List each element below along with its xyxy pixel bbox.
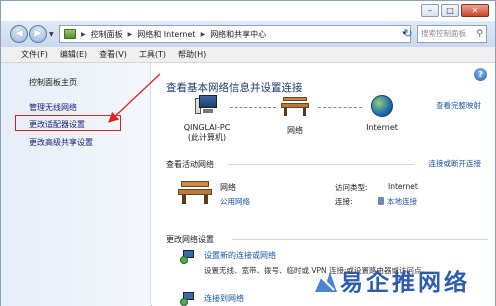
view-full-map-link[interactable]: 查看完整映射 <box>436 100 481 111</box>
breadcrumb-separator-icon[interactable]: ▶ <box>81 31 86 38</box>
local-connection-link[interactable]: 本地连接 <box>378 196 417 207</box>
adapter-icon <box>378 197 384 205</box>
setup-new-connection-link[interactable]: 设置新的连接或网络 <box>204 250 276 261</box>
menu-edit[interactable]: 编辑(E) <box>60 49 87 60</box>
breadcrumb-network-internet[interactable]: 网络和 Internet <box>137 29 195 40</box>
active-network-name: 网络 <box>220 183 236 192</box>
active-network-type-link[interactable]: 公用网络 <box>220 196 250 207</box>
menu-file[interactable]: 文件(F) <box>21 49 48 60</box>
change-advanced-sharing-link[interactable]: 更改高级共享设置 <box>29 137 93 148</box>
recent-pages-dropdown-icon[interactable]: ▼ <box>49 31 54 38</box>
connect-disconnect-link[interactable]: 连接或断开连接 <box>429 158 482 169</box>
divider <box>228 164 414 165</box>
internet-label: Internet <box>366 123 398 132</box>
search-placeholder: 搜索控制面板 <box>421 29 466 38</box>
search-input[interactable]: 搜索控制面板 ⚲ <box>417 25 487 43</box>
help-icon[interactable]: ? <box>474 68 487 81</box>
manage-wireless-networks-link[interactable]: 管理无线网络 <box>29 102 77 113</box>
breadcrumb-separator-icon[interactable]: ▶ <box>201 31 206 38</box>
minimize-button[interactable]: – <box>421 4 439 17</box>
connect-to-network-link[interactable]: 连接到网络 <box>204 293 244 304</box>
connection-line <box>318 107 362 108</box>
access-type-value: Internet <box>388 182 418 191</box>
menu-view[interactable]: 查看(V) <box>99 49 127 60</box>
watermark-text: 易企推网络 <box>340 269 470 296</box>
breadcrumb-control-panel[interactable]: 控制面板 <box>91 29 123 40</box>
internet-globe-icon <box>371 95 393 117</box>
control-panel-home-link[interactable]: 控制面板主页 <box>29 77 77 88</box>
forward-button[interactable]: ▶ <box>29 25 47 43</box>
task-pane: 控制面板主页 管理无线网络 更改适配器设置 更改高级共享设置 <box>1 63 151 306</box>
menu-tools[interactable]: 工具(T) <box>139 49 166 60</box>
computer-name: QINGLAI-PC <box>183 123 231 132</box>
active-network-bench-icon <box>178 180 212 204</box>
window-controls: – □ ✕ <box>421 4 489 17</box>
divider <box>232 239 488 240</box>
refresh-icon[interactable]: ↻ <box>400 26 416 42</box>
control-panel-icon <box>64 29 76 39</box>
network-bench-icon <box>281 97 309 117</box>
page-title: 查看基本网络信息并设置连接 <box>166 82 303 94</box>
breadcrumb-network-sharing-center[interactable]: 网络和共享中心 <box>210 29 266 40</box>
highlight-box <box>15 115 121 131</box>
back-button[interactable]: ◀ <box>10 25 28 43</box>
connection-value: 本地连接 <box>387 197 417 206</box>
network-label: 网络 <box>287 126 303 135</box>
map-node-internet: Internet <box>362 95 402 132</box>
menu-bar: 文件(F) 编辑(E) 查看(V) 工具(T) 帮助(H) <box>1 47 495 63</box>
access-type-label: 访问类型: <box>335 183 368 192</box>
breadcrumb-separator-icon[interactable]: ▶ <box>128 31 133 38</box>
connect-network-icon <box>180 292 196 306</box>
map-node-network: 网络 <box>280 97 310 136</box>
search-icon[interactable]: ⚲ <box>476 26 483 42</box>
address-field[interactable]: ▶ 控制面板 ▶ 网络和 Internet ▶ 网络和共享中心 ▾ <box>59 25 411 43</box>
setup-connection-icon <box>180 250 196 264</box>
menu-help[interactable]: 帮助(H) <box>178 49 206 60</box>
watermark-logo-icon <box>315 272 337 292</box>
maximize-button[interactable]: □ <box>441 4 459 17</box>
explorer-window: – □ ✕ ◀ ▶ ▼ ▶ 控制面板 ▶ 网络和 Internet ▶ 网络和共… <box>0 0 496 306</box>
close-button[interactable]: ✕ <box>461 4 489 17</box>
computer-icon <box>195 95 219 117</box>
watermark: 易企推网络 <box>306 262 496 306</box>
map-node-computer: QINGLAI-PC (此计算机) <box>177 95 237 143</box>
computer-sub: (此计算机) <box>187 133 227 142</box>
address-bar-area: ◀ ▶ ▼ ▶ 控制面板 ▶ 网络和 Internet ▶ 网络和共享中心 ▾ … <box>1 21 495 47</box>
change-settings-header: 更改网络设置 <box>166 235 214 244</box>
connection-label: 连接: <box>335 197 353 206</box>
active-networks-header: 查看活动网络 <box>166 160 214 169</box>
